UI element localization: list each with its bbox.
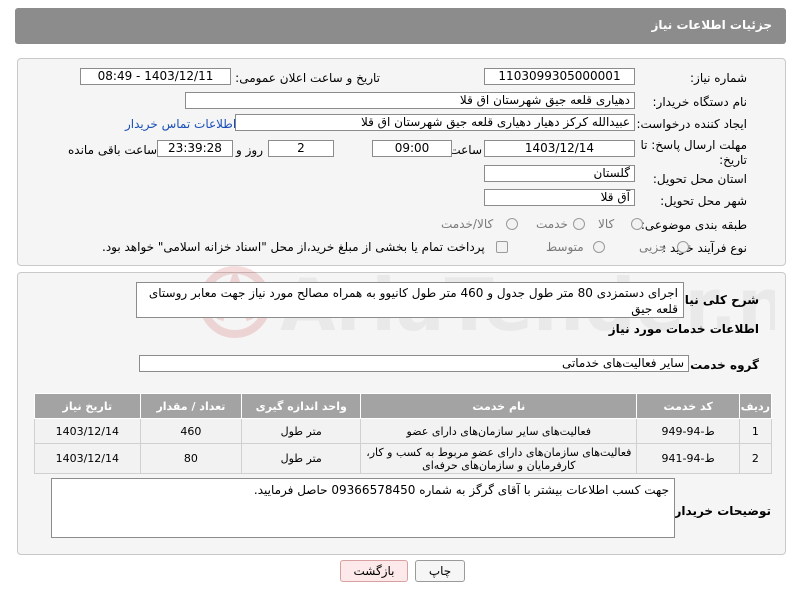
- buyer-org-field: دهیاری قلعه جیق شهرستان اق قلا: [185, 92, 635, 109]
- table-row: 1 ط-94-949 فعالیت‌های سایر سازمان‌های دا…: [34, 418, 773, 444]
- category-radio-goods-service[interactable]: [506, 218, 518, 230]
- remaining-time-field: 23:39:28: [157, 140, 233, 157]
- contact-buyer-link[interactable]: اطلاعات تماس خریدار: [125, 117, 236, 131]
- cell-name: فعالیت‌های سایر سازمان‌های دارای عضو: [360, 418, 638, 444]
- services-section-title: اطلاعات خدمات مورد نیاز: [608, 322, 759, 336]
- category-option-goods-service: کالا/خدمت: [441, 217, 494, 231]
- category-radio-service[interactable]: [573, 218, 585, 230]
- deadline-label: مهلت ارسال پاسخ: تا: [640, 138, 747, 152]
- category-radio-goods[interactable]: [631, 218, 643, 230]
- city-label: شهر محل تحویل:: [660, 194, 747, 208]
- deadline-date-field: 1403/12/14: [484, 140, 635, 157]
- col-qty-header: تعداد / مقدار: [139, 393, 243, 419]
- province-field: گلستان: [484, 165, 635, 182]
- page-title: جزئیات اطلاعات نیاز: [651, 18, 772, 32]
- print-button[interactable]: چاپ: [415, 560, 465, 582]
- col-name-header: نام خدمت: [360, 393, 638, 419]
- creator-field: عبیدالله کرکز دهیار دهیاری قلعه جیق شهرس…: [235, 114, 635, 131]
- cell-qty: 80: [139, 443, 243, 474]
- table-header-row: ردیف کد خدمت نام خدمت واحد اندازه گیری ت…: [34, 393, 773, 419]
- cell-name: فعالیت‌های سازمان‌های دارای عضو مربوط به…: [360, 443, 638, 474]
- page-header: جزئیات اطلاعات نیاز: [15, 8, 786, 44]
- col-date-header: تاریخ نیاز: [34, 393, 141, 419]
- deadline-time-field: 09:00: [372, 140, 452, 157]
- cell-date: 1403/12/14: [34, 418, 141, 444]
- col-code-header: کد خدمت: [636, 393, 740, 419]
- creator-label: ایجاد کننده درخواست:: [636, 117, 747, 131]
- back-button[interactable]: بازگشت: [340, 560, 408, 582]
- summary-textarea[interactable]: اجرای دستمزدی 80 متر طول جدول و 460 متر …: [136, 282, 684, 318]
- category-option-goods: کالا: [598, 217, 615, 231]
- buyer-notes-textarea[interactable]: جهت کسب اطلاعات بیشتر با آقای گرگز به شم…: [51, 478, 675, 538]
- services-table: ردیف کد خدمت نام خدمت واحد اندازه گیری ت…: [34, 393, 773, 474]
- buyer-notes-label: توضیحات خریدار:: [669, 504, 771, 518]
- deadline-time-label: ساعت: [449, 143, 482, 157]
- province-label: استان محل تحویل:: [652, 172, 747, 186]
- buyer-org-label: نام دستگاه خریدار:: [652, 95, 748, 109]
- cell-unit: متر طول: [241, 418, 362, 444]
- service-group-field: سایر فعالیت‌های خدماتی: [139, 355, 689, 372]
- cell-row: 1: [738, 418, 773, 444]
- col-row-header: ردیف: [738, 393, 773, 419]
- table-row: 2 ط-94-941 فعالیت‌های سازمان‌های دارای ع…: [34, 443, 773, 474]
- days-label: روز و: [236, 143, 263, 157]
- announce-label: تاریخ و ساعت اعلان عمومی:: [235, 71, 380, 85]
- category-option-service: خدمت: [536, 217, 568, 231]
- info-panel: [17, 58, 786, 266]
- need-number-field: 1103099305000001: [484, 68, 635, 85]
- col-unit-header: واحد اندازه گیری: [241, 393, 362, 419]
- cell-unit: متر طول: [241, 443, 362, 474]
- need-number-label: شماره نیاز:: [690, 71, 747, 85]
- cell-qty: 460: [139, 418, 243, 444]
- category-label: طبقه بندی موضوعی:: [640, 218, 747, 232]
- service-group-label: گروه خدمت:: [685, 358, 759, 372]
- cell-row: 2: [738, 443, 773, 474]
- remaining-days-field: 2: [268, 140, 334, 157]
- cell-date: 1403/12/14: [34, 443, 141, 474]
- city-field: آق قلا: [484, 189, 635, 206]
- cell-code: ط-94-941: [636, 443, 740, 474]
- deadline-label-date: تاریخ:: [719, 153, 747, 167]
- summary-label: شرح کلی نیاز:: [673, 293, 759, 307]
- remaining-time-label: ساعت باقی مانده: [68, 143, 158, 157]
- cell-code: ط-94-949: [636, 418, 740, 444]
- announce-date-field: 1403/12/11 - 08:49: [80, 68, 231, 85]
